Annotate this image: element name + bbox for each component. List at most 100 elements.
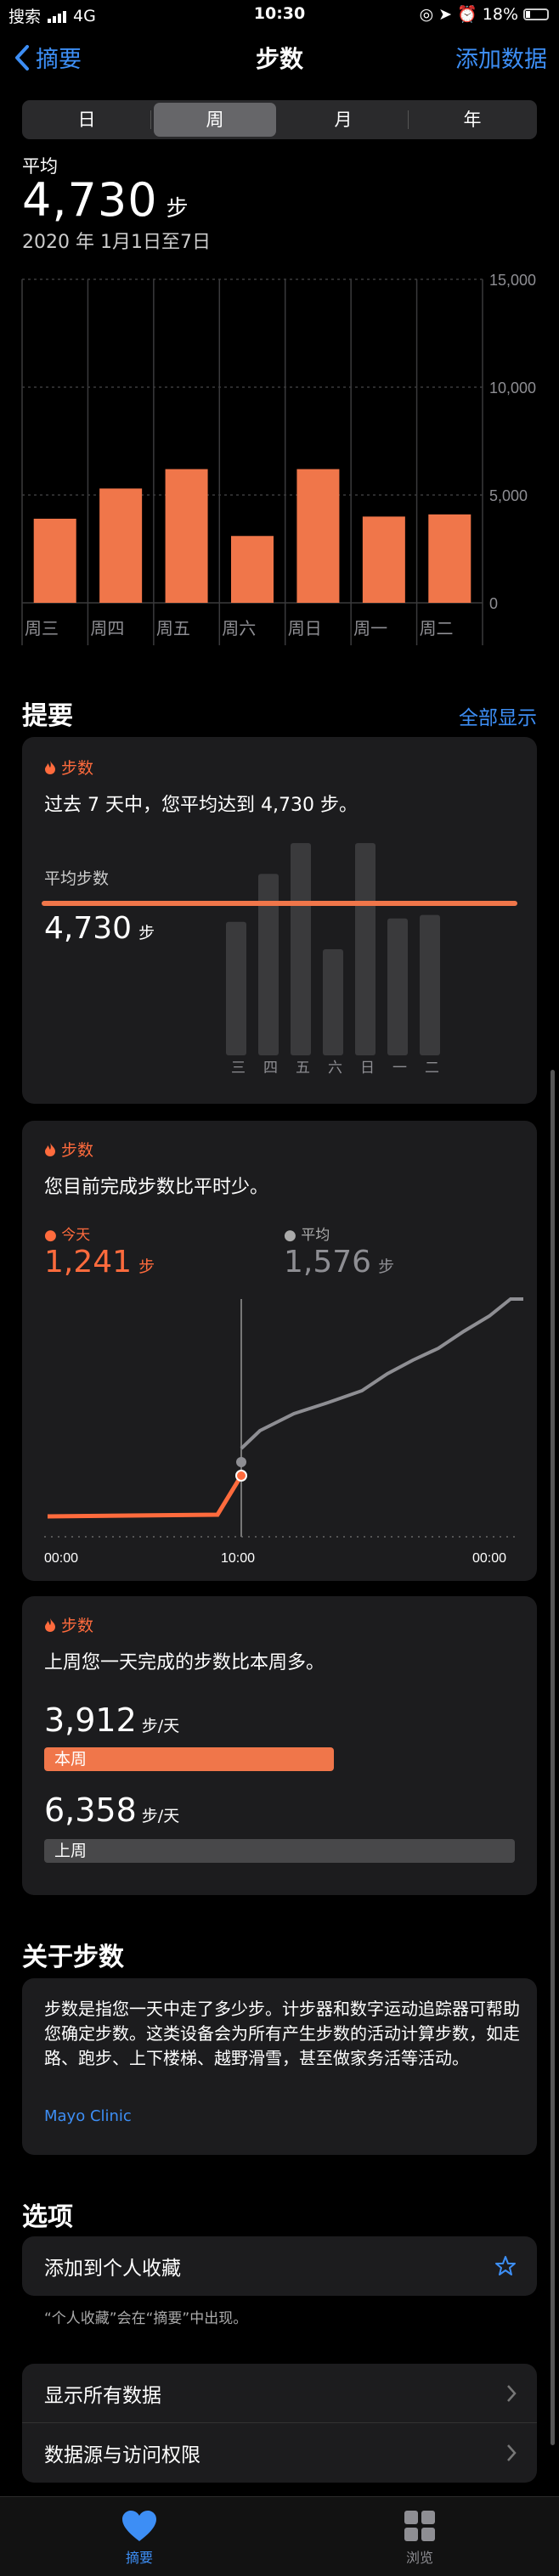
chevron-right-icon <box>507 2444 517 2461</box>
this-week-number: 3,912 <box>44 1701 137 1739</box>
today-line <box>47 1474 244 1519</box>
about-card: 步数是指您一天中走了多少步。计步器和数字运动追踪器可帮助您确定步数。这类设备会为… <box>22 1978 537 2155</box>
card-message: 上周您一天完成的步数比本周多。 <box>44 1652 325 1673</box>
mini-day-label: 日 <box>360 1060 375 1076</box>
this-week-bar: 本周 <box>44 1747 334 1771</box>
average-unit: 步 <box>166 196 189 222</box>
scroll-indicator[interactable] <box>551 1070 555 2445</box>
navigation-arrow-icon: ➤ <box>438 4 453 24</box>
today-point <box>235 1470 247 1482</box>
highlight-card-weekly-compare[interactable]: 步数 上周您一天完成的步数比本周多。 3,912 步/天 本周 6,358 步/天 … <box>22 1596 537 1895</box>
steps-detail-page: 搜索 4G 10:30 ◎ ➤ ⏰ 18% 摘要 步数 添加数据 日 周 月 年… <box>0 0 559 2576</box>
mini-day-label: 六 <box>328 1060 342 1076</box>
average-line <box>240 1297 523 1450</box>
this-week-unit: 步/天 <box>141 1717 180 1735</box>
period-segmented-control: 日 周 月 年 <box>22 100 537 139</box>
mini-bar <box>387 918 408 1055</box>
this-week-value: 3,912 步/天 <box>44 1701 179 1739</box>
tab-browse[interactable]: 浏览 <box>369 2509 471 2567</box>
highlights-title: 提要 <box>22 701 73 731</box>
x-tick-label: 周五 <box>156 620 190 638</box>
card-tag: 步数 <box>44 1613 93 1636</box>
chevron-right-icon <box>507 2385 517 2402</box>
bar-周日 <box>296 469 340 603</box>
heart-icon <box>122 2511 156 2541</box>
bar-周四 <box>99 488 143 603</box>
segment-week[interactable]: 周 <box>154 103 276 137</box>
y-tick-label: 5,000 <box>489 487 528 504</box>
star-icon[interactable] <box>494 2255 517 2277</box>
x-tick-start: 00:00 <box>44 1551 78 1566</box>
favorites-note: “个人收藏”会在“摘要”中出现。 <box>44 2310 248 2327</box>
battery-percent: 18% <box>482 4 518 24</box>
last-week-unit: 步/天 <box>141 1807 180 1825</box>
mini-day-label: 三 <box>231 1060 246 1076</box>
x-tick-label: 周四 <box>90 620 124 638</box>
options-title: 选项 <box>22 2202 73 2232</box>
sources-access-label: 数据源与访问权限 <box>44 2444 200 2466</box>
alarm-icon: ⏰ <box>457 5 477 24</box>
bar-周二 <box>428 514 471 603</box>
segment-month[interactable]: 月 <box>282 103 404 137</box>
tab-summary-label: 摘要 <box>125 2550 153 2566</box>
average-point <box>236 1457 246 1467</box>
bar-周三 <box>33 518 76 603</box>
last-week-bar: 上周 <box>44 1839 515 1863</box>
x-tick-label: 周二 <box>420 620 454 638</box>
card-tag-label: 步数 <box>61 1617 94 1635</box>
mini-day-label: 四 <box>263 1060 278 1076</box>
grid-icon <box>404 2511 435 2541</box>
add-to-favorites-label: 添加到个人收藏 <box>44 2258 181 2280</box>
show-all-data-label: 显示所有数据 <box>44 2384 161 2407</box>
status-bar: 搜索 4G 10:30 ◎ ➤ ⏰ 18% <box>0 0 559 29</box>
mini-day-label: 一 <box>392 1060 407 1076</box>
date-range: 2020 年 1月1日至7日 <box>22 232 211 253</box>
about-title: 关于步数 <box>22 1943 124 1972</box>
average-mini-chart: 三四五六日一二 <box>42 843 517 1076</box>
add-to-favorites-row[interactable]: 添加到个人收藏 <box>22 2236 537 2296</box>
bar-周一 <box>362 516 405 603</box>
show-all-data-row[interactable]: 显示所有数据 <box>22 2364 537 2423</box>
mini-bar <box>291 843 311 1055</box>
location-icon: ◎ <box>419 4 434 24</box>
mini-bar <box>226 921 246 1055</box>
navigation-bar: 摘要 步数 添加数据 <box>0 29 559 85</box>
mini-bar <box>323 949 343 1055</box>
today-vs-average-chart: 00:00 10:00 00:00 <box>44 1297 523 1566</box>
highlight-card-average[interactable]: 步数 过去 7 天中，您平均达到 4,730 步。 平均步数 4,730 步 三四… <box>22 737 537 1104</box>
tab-summary[interactable]: 摘要 <box>88 2509 190 2567</box>
x-tick-label: 周三 <box>25 620 59 638</box>
average-number: 4,730 <box>22 173 158 227</box>
x-tick-now: 10:00 <box>221 1551 255 1566</box>
segment-day[interactable]: 日 <box>25 103 148 137</box>
average-value: 4,730 步 <box>22 173 189 227</box>
tab-bar: 摘要 浏览 <box>0 2496 559 2576</box>
mini-bar <box>420 914 440 1055</box>
about-source-link[interactable]: Mayo Clinic <box>44 2107 132 2125</box>
x-tick-label: 周六 <box>222 619 256 638</box>
last-week-number: 6,358 <box>44 1791 137 1829</box>
show-all-link[interactable]: 全部显示 <box>459 701 537 730</box>
flame-icon <box>45 1617 55 1632</box>
bar-周五 <box>165 469 208 603</box>
x-tick-label: 周日 <box>288 620 322 638</box>
mini-day-label: 二 <box>425 1060 439 1076</box>
sources-access-row[interactable]: 数据源与访问权限 <box>22 2423 537 2483</box>
segment-divider <box>408 110 409 129</box>
y-tick-label: 10,000 <box>489 380 536 397</box>
tab-browse-label: 浏览 <box>405 2550 433 2566</box>
weekly-steps-chart[interactable]: 15,000 10,000 5,000 0 周三 周四 周五 周六 周日 周一 周二 <box>0 267 559 645</box>
segment-year[interactable]: 年 <box>411 103 534 137</box>
about-body: 步数是指您一天中走了多少步。计步器和数字运动追踪器可帮助您确定步数。这类设备会为… <box>44 1999 520 2068</box>
battery-icon <box>523 8 549 20</box>
mini-bar <box>355 843 375 1055</box>
mini-day-label: 五 <box>296 1060 310 1076</box>
highlight-card-today[interactable]: 步数 您目前完成步数比平时少。 ● 今天 1,241 步 ● 平均 1,576 步 … <box>22 1121 537 1581</box>
segment-divider <box>150 110 151 129</box>
x-tick-end: 00:00 <box>472 1551 506 1566</box>
y-tick-label: 15,000 <box>489 272 536 289</box>
add-data-button[interactable]: 添加数据 <box>455 41 547 74</box>
x-tick-label: 周一 <box>353 620 387 638</box>
y-tick-label: 0 <box>489 595 498 612</box>
last-week-value: 6,358 步/天 <box>44 1791 179 1829</box>
